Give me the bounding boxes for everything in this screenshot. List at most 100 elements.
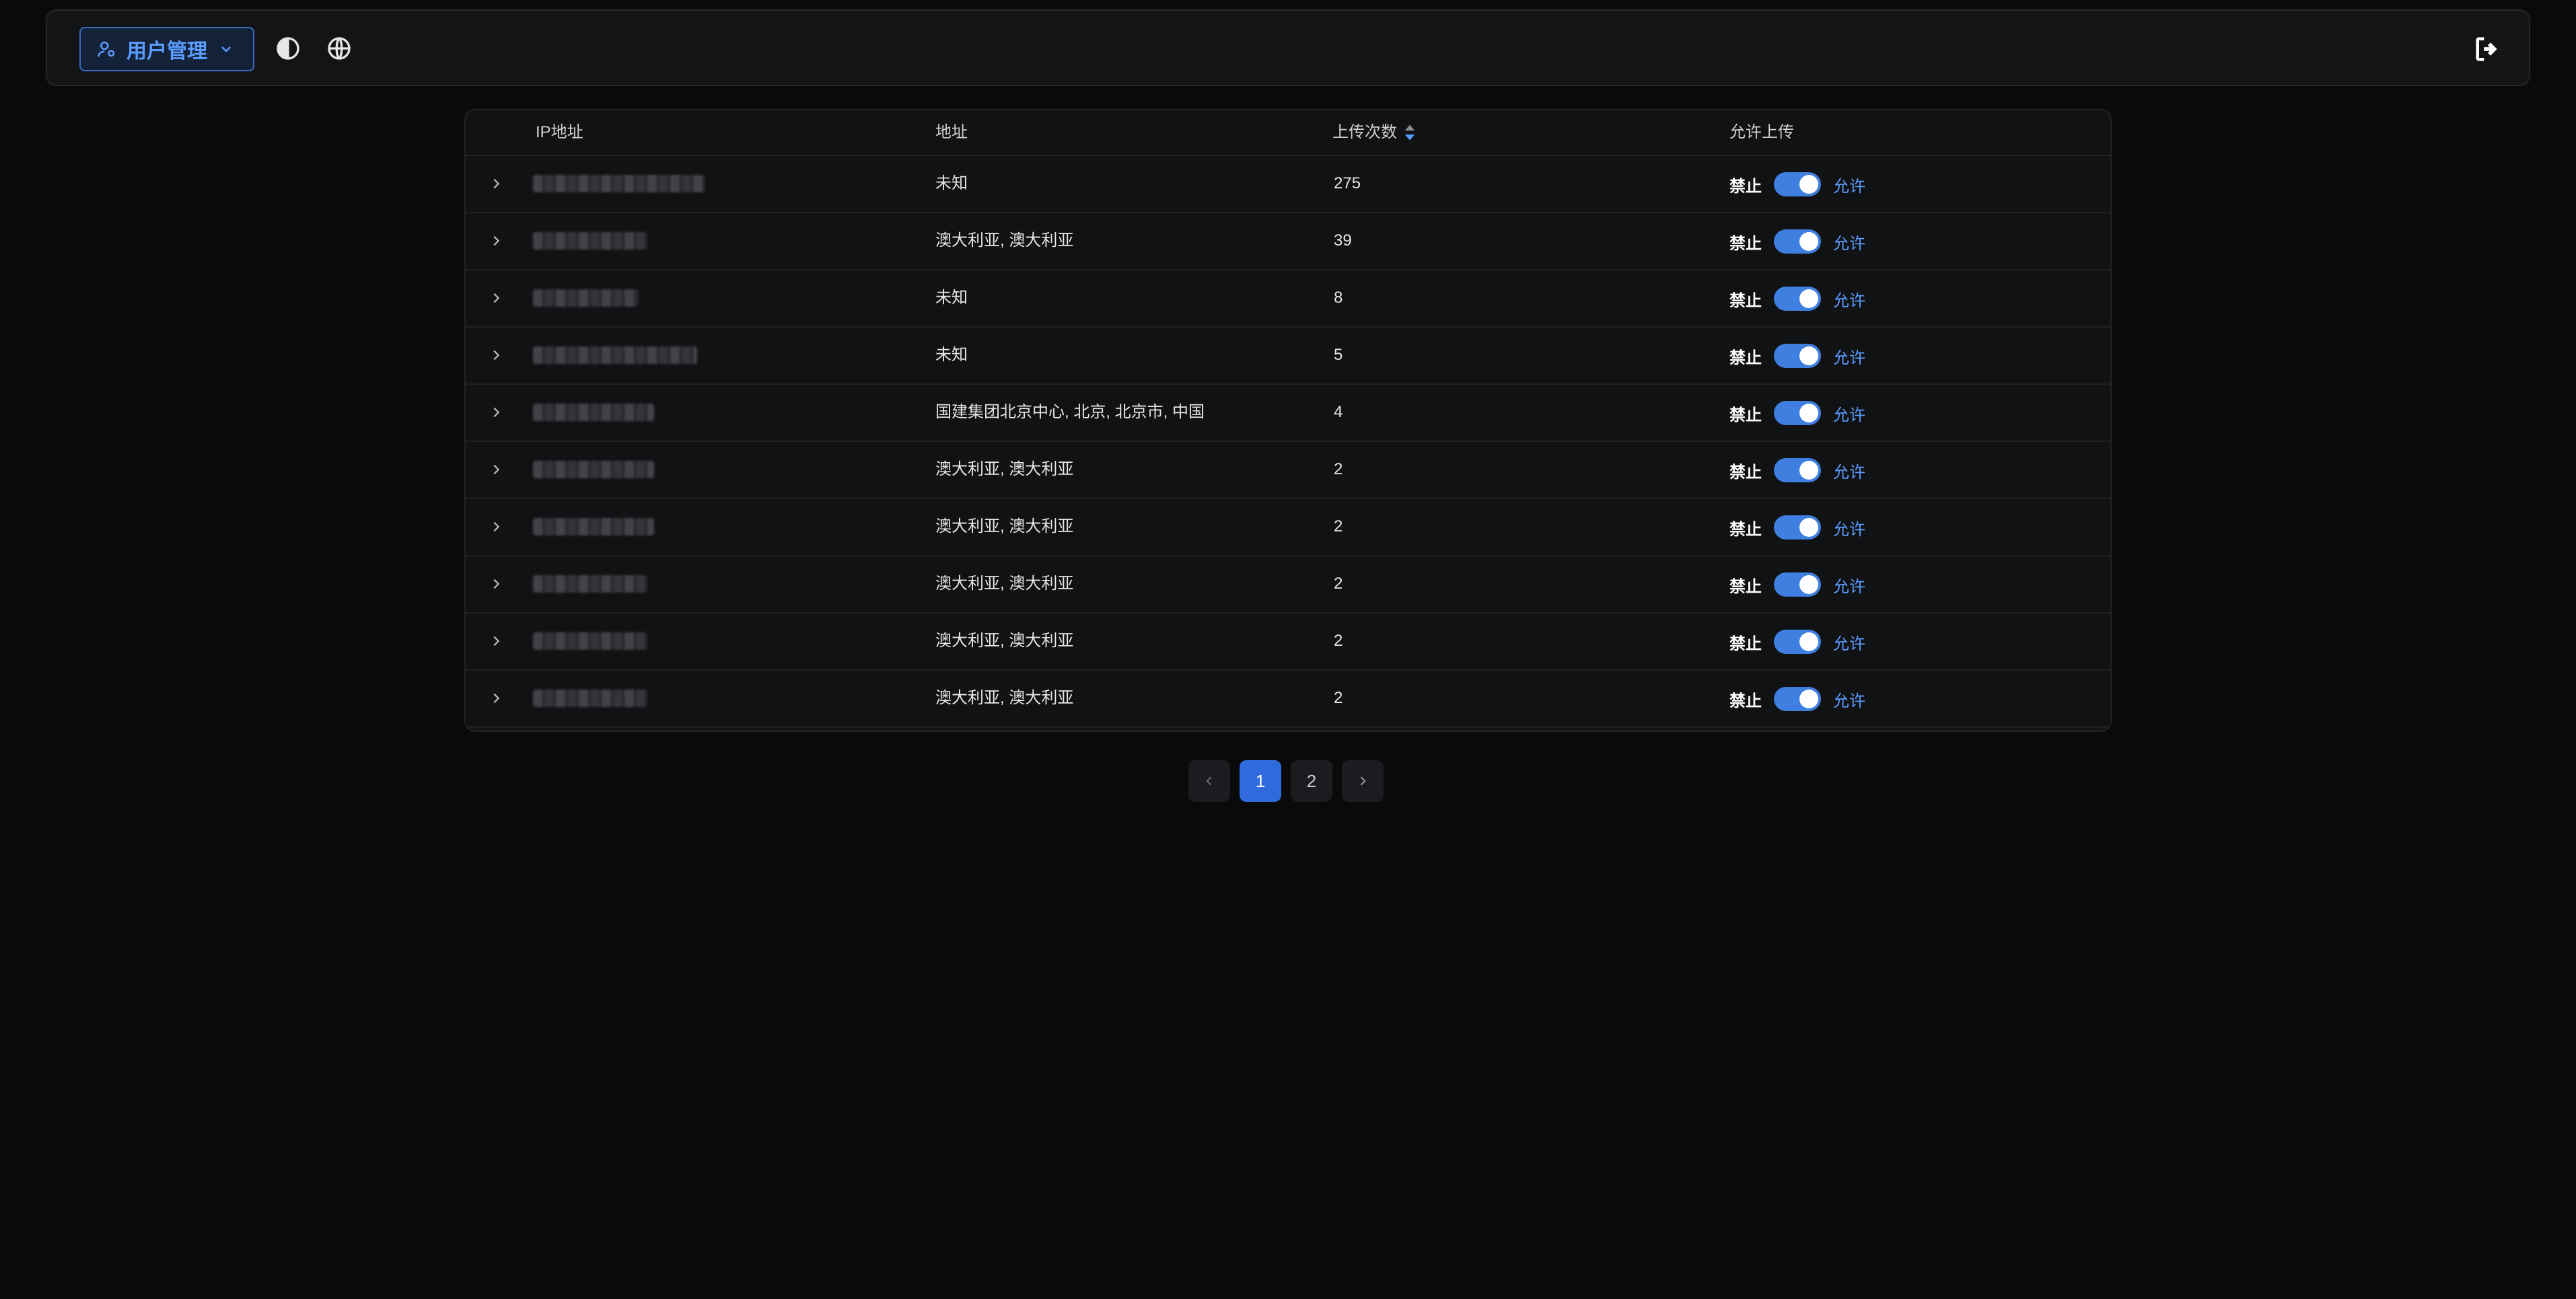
upload-count-cell: 2 — [1334, 517, 1343, 535]
ip-address-redacted — [533, 232, 647, 250]
allow-upload-toggle[interactable] — [1774, 172, 1821, 196]
deny-label: 禁止 — [1729, 520, 1762, 539]
chevron-right-icon[interactable] — [489, 519, 503, 534]
globe-icon[interactable] — [326, 35, 353, 62]
toggle-knob — [1799, 690, 1818, 708]
contrast-icon[interactable] — [275, 35, 301, 62]
address-cell: 未知 — [935, 346, 968, 364]
allow-upload-toggle[interactable] — [1774, 572, 1821, 597]
chevron-right-icon[interactable] — [489, 176, 503, 191]
next-page-button[interactable] — [1342, 760, 1384, 802]
upload-permission-switch: 禁止 允许 — [1729, 171, 1865, 198]
ip-address-redacted — [533, 690, 647, 707]
ip-address-redacted — [533, 175, 705, 192]
chevron-right-icon[interactable] — [489, 348, 503, 363]
column-header-ip: IP地址 — [536, 123, 583, 141]
toggle-knob — [1799, 518, 1818, 537]
pagination: 12 — [1188, 760, 1384, 802]
menu-label: 用户管理 — [127, 40, 207, 63]
column-header-address: 地址 — [935, 123, 968, 141]
allow-upload-toggle[interactable] — [1774, 515, 1821, 540]
user-gear-icon — [98, 41, 115, 57]
upload-count-cell: 2 — [1334, 632, 1343, 650]
deny-label: 禁止 — [1729, 406, 1762, 424]
upload-count-cell: 275 — [1334, 174, 1361, 192]
chevron-right-icon[interactable] — [489, 405, 503, 420]
address-cell: 澳大利亚, 澳大利亚 — [935, 689, 1074, 707]
table-row: 国建集团北京中心, 北京, 北京市, 中国 4 禁止 允许 — [466, 385, 2110, 442]
chevron-right-icon[interactable] — [489, 691, 503, 706]
allow-label: 允许 — [1833, 577, 1865, 596]
allow-label: 允许 — [1833, 634, 1865, 653]
column-header-count-label: 上传次数 — [1332, 123, 1397, 141]
column-header-count[interactable]: 上传次数 — [1332, 110, 1416, 155]
allow-label: 允许 — [1833, 692, 1865, 710]
toggle-knob — [1799, 461, 1818, 480]
table-body: 未知 275 禁止 允许 澳大利亚, 澳大利亚 39 禁止 允许 未知 8 禁止 — [466, 156, 2110, 728]
upload-permission-switch: 禁止 允许 — [1729, 685, 1865, 712]
sort-icon[interactable] — [1404, 124, 1416, 141]
allow-upload-toggle[interactable] — [1774, 458, 1821, 482]
allow-upload-toggle[interactable] — [1774, 630, 1821, 654]
allow-upload-toggle[interactable] — [1774, 401, 1821, 425]
chevron-right-icon[interactable] — [489, 233, 503, 248]
ip-table: IP地址 地址 上传次数 允许上传 未知 275 禁止 允许 澳大利亚, 澳大利… — [464, 109, 2112, 732]
table-row: 澳大利亚, 澳大利亚 39 禁止 允许 — [466, 213, 2110, 270]
ip-address-redacted — [533, 632, 647, 650]
upload-permission-switch: 禁止 允许 — [1729, 628, 1865, 655]
upload-permission-switch: 禁止 允许 — [1729, 514, 1865, 541]
upload-count-cell: 4 — [1334, 403, 1343, 421]
ip-address-redacted — [533, 289, 638, 307]
ip-address-redacted — [533, 404, 654, 421]
toggle-knob — [1799, 404, 1818, 422]
prev-page-button[interactable] — [1188, 760, 1230, 802]
address-cell: 澳大利亚, 澳大利亚 — [935, 574, 1074, 593]
top-bar: 用户管理 — [46, 9, 2530, 86]
toggle-knob — [1799, 346, 1818, 365]
address-cell: 澳大利亚, 澳大利亚 — [935, 460, 1074, 478]
upload-permission-switch: 禁止 允许 — [1729, 457, 1865, 484]
chevron-down-icon — [221, 46, 231, 52]
upload-permission-switch: 禁止 允许 — [1729, 342, 1865, 369]
chevron-right-icon[interactable] — [489, 577, 503, 591]
chevron-right-icon[interactable] — [489, 634, 503, 648]
chevron-right-icon[interactable] — [489, 462, 503, 477]
table-row: 未知 275 禁止 允许 — [466, 156, 2110, 213]
table-row: 澳大利亚, 澳大利亚 2 禁止 允许 — [466, 499, 2110, 556]
address-cell: 未知 — [935, 289, 968, 307]
toggle-knob — [1799, 175, 1818, 194]
allow-label: 允许 — [1833, 463, 1865, 482]
deny-label: 禁止 — [1729, 234, 1762, 253]
ip-address-redacted — [533, 346, 697, 364]
allow-label: 允许 — [1833, 291, 1865, 310]
deny-label: 禁止 — [1729, 692, 1762, 710]
deny-label: 禁止 — [1729, 463, 1762, 482]
logout-icon[interactable] — [2472, 34, 2503, 65]
user-management-menu-button[interactable]: 用户管理 — [79, 27, 254, 71]
deny-label: 禁止 — [1729, 177, 1762, 196]
address-cell: 澳大利亚, 澳大利亚 — [935, 632, 1074, 650]
table-header: IP地址 地址 上传次数 允许上传 — [466, 110, 2110, 156]
ip-address-redacted — [533, 461, 654, 478]
allow-upload-toggle[interactable] — [1774, 229, 1821, 254]
ip-address-redacted — [533, 518, 654, 535]
table-row: 澳大利亚, 澳大利亚 2 禁止 允许 — [466, 671, 2110, 728]
allow-upload-toggle[interactable] — [1774, 287, 1821, 311]
table-row: 澳大利亚, 澳大利亚 2 禁止 允许 — [466, 442, 2110, 499]
address-cell: 澳大利亚, 澳大利亚 — [935, 231, 1074, 250]
address-cell: 未知 — [935, 174, 968, 192]
allow-upload-toggle[interactable] — [1774, 344, 1821, 368]
chevron-right-icon[interactable] — [489, 291, 503, 305]
upload-count-cell: 2 — [1334, 460, 1343, 478]
page-button[interactable]: 1 — [1240, 760, 1281, 802]
allow-label: 允许 — [1833, 348, 1865, 367]
chevron-left-icon — [1206, 776, 1212, 786]
upload-count-cell: 5 — [1334, 346, 1343, 364]
upload-count-cell: 8 — [1334, 289, 1343, 307]
allow-upload-toggle[interactable] — [1774, 687, 1821, 711]
allow-label: 允许 — [1833, 406, 1865, 424]
page-button[interactable]: 2 — [1291, 760, 1332, 802]
deny-label: 禁止 — [1729, 348, 1762, 367]
deny-label: 禁止 — [1729, 291, 1762, 310]
allow-label: 允许 — [1833, 520, 1865, 539]
